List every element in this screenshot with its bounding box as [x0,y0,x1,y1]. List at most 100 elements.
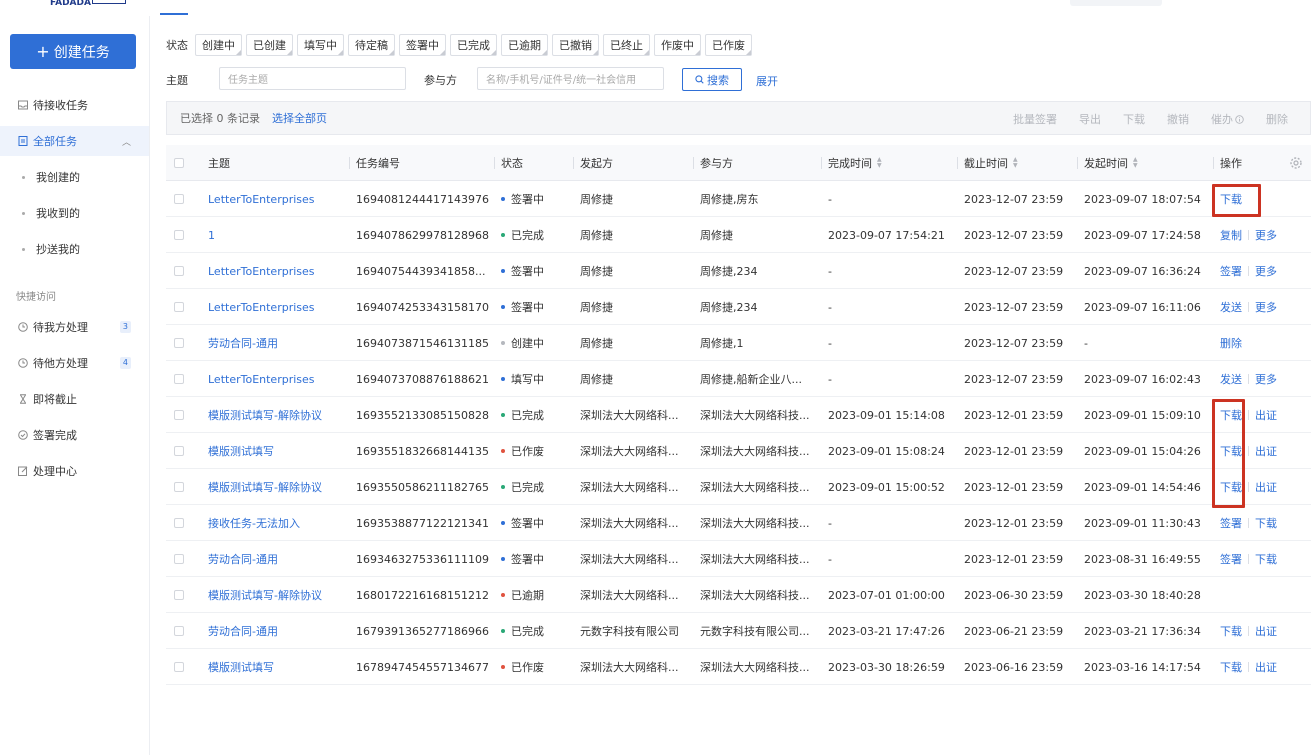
cell-subject[interactable]: 模版测试填写-解除协议 [208,577,348,613]
row-action-link[interactable]: 下载 [1255,515,1277,531]
status-chip[interactable]: 作废中 [654,34,701,56]
row-action-link[interactable]: 签署 [1220,263,1242,279]
search-button[interactable]: 搜索 [682,68,742,91]
sort-icon[interactable]: ▲ ▼ [877,157,882,169]
sidebar-item-signed-complete[interactable]: 签署完成 [0,420,149,450]
cell-subject[interactable]: 劳动合同-通用 [208,325,348,361]
cell-subject[interactable]: LetterToEnterprises [208,289,348,325]
sidebar-item-pending-receive[interactable]: 待接收任务 [0,90,149,120]
subject-input[interactable]: 任务主题 [219,67,406,90]
row-checkbox[interactable] [174,518,184,528]
gear-icon[interactable] [1289,156,1303,170]
sidebar-item-received-by-me[interactable]: 我收到的 [0,198,149,228]
cell-subject[interactable]: LetterToEnterprises [208,361,348,397]
row-checkbox-cell [174,361,184,397]
chevron-up-icon[interactable]: ︿ [122,135,131,148]
revoke-button[interactable]: 撤销 [1167,111,1189,127]
header-search-input[interactable] [1070,0,1162,6]
status-chip[interactable]: 已完成 [450,34,497,56]
download-button[interactable]: 下载 [1123,111,1145,127]
row-action-link[interactable]: 签署 [1220,515,1242,531]
row-checkbox[interactable] [174,590,184,600]
delete-button[interactable]: 删除 [1266,111,1288,127]
cell-task-id: 1693551832668144135 [356,444,489,458]
row-action-link[interactable]: 更多 [1255,227,1277,243]
cell-subject[interactable]: LetterToEnterprises [208,181,348,217]
cell-subject[interactable]: 模版测试填写-解除协议 [208,397,348,433]
status-chip[interactable]: 填写中 [297,34,344,56]
column-header-completed[interactable]: 完成时间 ▲ ▼ [821,145,882,181]
row-checkbox[interactable] [174,410,184,420]
cell-subject[interactable]: 模版测试填写 [208,433,348,469]
row-checkbox[interactable] [174,302,184,312]
row-action-link[interactable]: 出证 [1255,443,1277,459]
row-action-link[interactable]: 下载 [1220,659,1242,675]
row-checkbox[interactable] [174,194,184,204]
row-action-link[interactable]: 下载 [1220,623,1242,639]
row-action-link[interactable]: 更多 [1255,299,1277,315]
status-chip[interactable]: 已逾期 [501,34,548,56]
row-action-link[interactable]: 出证 [1255,623,1277,639]
status-chip[interactable]: 已作废 [705,34,752,56]
row-action-link[interactable]: 出证 [1255,479,1277,495]
sidebar-item-pending-others[interactable]: 待他方处理 4 [0,348,149,378]
cell-subject[interactable]: 1 [208,217,348,253]
cell-subject[interactable]: 模版测试填写-解除协议 [208,469,348,505]
batch-sign-button[interactable]: 批量签署 [1013,111,1057,127]
row-action-link[interactable]: 发送 [1220,299,1242,315]
cell-participants: 周修捷,船新企业八... [700,373,802,386]
participant-input[interactable]: 名称/手机号/证件号/统一社会信用 [477,67,664,90]
cell-subject[interactable]: 劳动合同-通用 [208,541,348,577]
create-task-button[interactable]: + 创建任务 [10,34,136,69]
expand-link[interactable]: 展开 [756,73,778,89]
row-checkbox[interactable] [174,626,184,636]
table-header: 主题 任务编号 状态 发起方 参与方 完成时间 ▲ ▼ 截止时间 ▲ ▼ 发起时间 ▲ ▼ … [166,145,1311,181]
row-checkbox[interactable] [174,554,184,564]
table-row: 劳动合同-通用 1694073871546131185 创建中 周修捷 周修捷,1 - 20… [166,325,1311,361]
row-checkbox[interactable] [174,662,184,672]
select-all-checkbox[interactable] [174,158,184,168]
cell-completed-time: 2023-03-30 18:26:59 [828,660,945,674]
status-chip[interactable]: 待定稿 [348,34,395,56]
sidebar-item-pending-mine[interactable]: 待我方处理 3 [0,312,149,342]
cell-subject[interactable]: 接收任务-无法加入 [208,505,348,541]
search-row: 主题 任务主题 参与方 名称/手机号/证件号/统一社会信用 搜索 展开 [166,67,806,91]
export-button[interactable]: 导出 [1079,111,1101,127]
row-action-link[interactable]: 出证 [1255,659,1277,675]
row-checkbox[interactable] [174,230,184,240]
row-action-link[interactable]: 复制 [1220,227,1242,243]
sidebar-item-all-tasks[interactable]: 全部任务 ︿ [0,126,149,156]
status-chip[interactable]: 已撤销 [552,34,599,56]
row-checkbox[interactable] [174,266,184,276]
row-checkbox[interactable] [174,338,184,348]
status-chip[interactable]: 已创建 [246,34,293,56]
row-checkbox-cell [174,577,184,613]
sidebar-item-processing-center[interactable]: 处理中心 [0,456,149,486]
column-header-deadline[interactable]: 截止时间 ▲ ▼ [957,145,1018,181]
row-action-link[interactable]: 签署 [1220,551,1242,567]
row-action-link[interactable]: 出证 [1255,407,1277,423]
status-chip[interactable]: 签署中 [399,34,446,56]
cell-started-time: - [1084,336,1088,350]
sidebar-item-cc-me[interactable]: 抄送我的 [0,234,149,264]
row-action-link[interactable]: 更多 [1255,371,1277,387]
row-checkbox[interactable] [174,374,184,384]
sort-icon[interactable]: ▲ ▼ [1133,157,1138,169]
row-action-link[interactable]: 下载 [1255,551,1277,567]
sidebar-item-due-soon[interactable]: 即将截止 [0,384,149,414]
cell-subject[interactable]: 模版测试填写 [208,649,348,685]
select-all-pages-link[interactable]: 选择全部页 [272,110,327,126]
row-action-link[interactable]: 发送 [1220,371,1242,387]
sort-icon[interactable]: ▲ ▼ [1013,157,1018,169]
row-checkbox[interactable] [174,446,184,456]
cell-subject[interactable]: LetterToEnterprises [208,253,348,289]
cell-subject[interactable]: 劳动合同-通用 [208,613,348,649]
status-chip[interactable]: 创建中 [195,34,242,56]
remind-button[interactable]: 催办 [1211,111,1244,127]
column-header-started[interactable]: 发起时间 ▲ ▼ [1077,145,1138,181]
row-action-link[interactable]: 删除 [1220,335,1242,351]
sidebar-item-created-by-me[interactable]: 我创建的 [0,162,149,192]
row-checkbox[interactable] [174,482,184,492]
status-chip[interactable]: 已终止 [603,34,650,56]
row-action-link[interactable]: 更多 [1255,263,1277,279]
